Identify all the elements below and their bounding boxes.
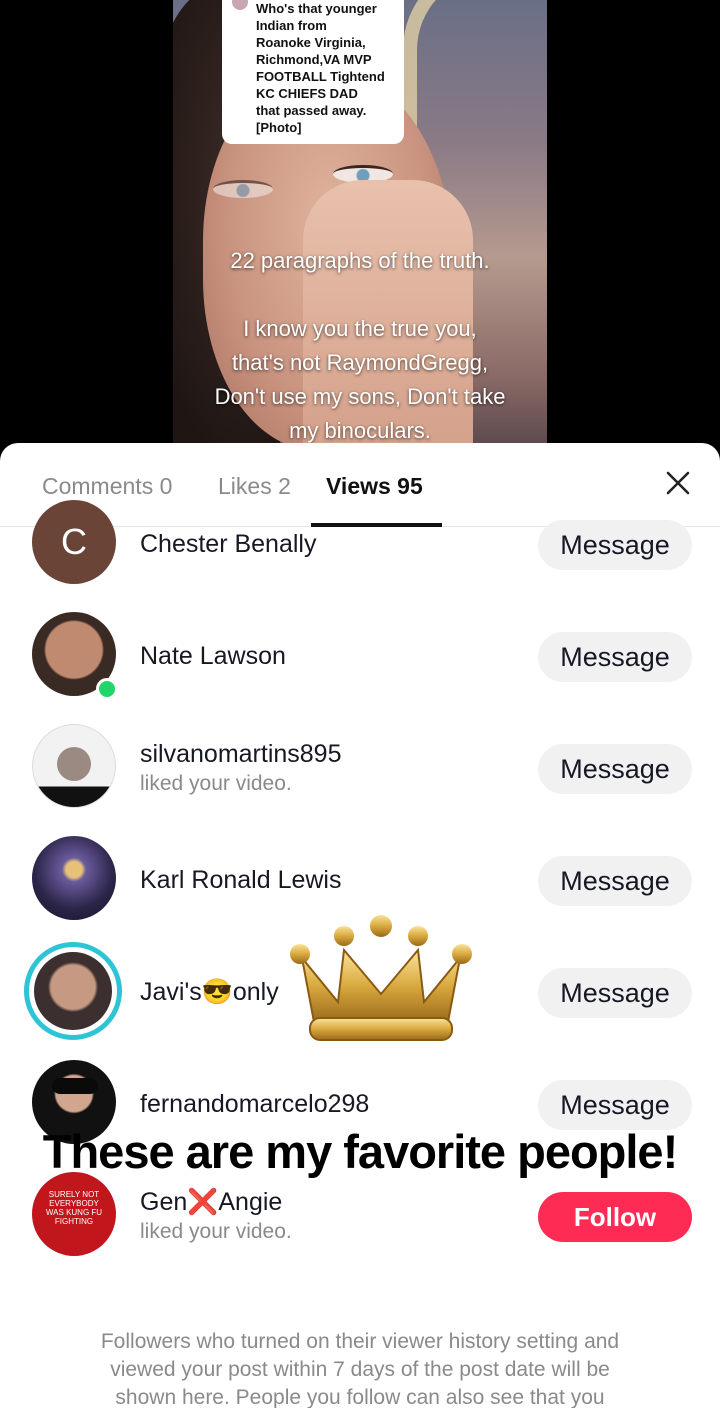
viewer-name: Chester Benally bbox=[140, 530, 317, 558]
viewer-subtitle: liked your video. bbox=[140, 1220, 292, 1243]
question-sticker[interactable]: Who's that younger Indian from Roanoke V… bbox=[222, 0, 404, 144]
video-player[interactable]: Who's that younger Indian from Roanoke V… bbox=[0, 0, 720, 470]
message-button[interactable]: Message bbox=[538, 968, 692, 1018]
message-button[interactable]: Message bbox=[538, 856, 692, 906]
avatar: SURELY NOT EVERYBODY WAS KUNG FU FIGHTIN… bbox=[32, 1172, 116, 1256]
viewer-row[interactable]: silvanomartins895 liked your video. Mess… bbox=[0, 724, 720, 836]
online-status-dot bbox=[96, 678, 118, 700]
viewer-row[interactable]: C Chester Benally Message bbox=[0, 500, 720, 612]
message-button[interactable]: Message bbox=[538, 1080, 692, 1130]
question-avatar bbox=[230, 0, 250, 12]
video-overlay-text: 22 paragraphs of the truth. I know you t… bbox=[214, 248, 506, 443]
viewer-subtitle: liked your video. bbox=[140, 772, 292, 795]
viewer-name: Gen❌Angie bbox=[140, 1188, 283, 1216]
viewer-name: Javi's😎only bbox=[140, 978, 279, 1006]
tab-views[interactable]: Views 95 bbox=[326, 473, 423, 500]
avatar-figure bbox=[57, 747, 91, 781]
avatar bbox=[34, 952, 112, 1030]
overlay-caption: These are my favorite people! bbox=[42, 1125, 678, 1178]
close-icon bbox=[666, 471, 690, 495]
viewer-name: Nate Lawson bbox=[140, 642, 286, 670]
viewer-name: Karl Ronald Lewis bbox=[140, 866, 342, 894]
viewer-name: fernandomarcelo298 bbox=[140, 1090, 370, 1118]
close-button[interactable] bbox=[658, 463, 698, 503]
message-button[interactable]: Message bbox=[538, 632, 692, 682]
avatar bbox=[32, 836, 116, 920]
message-button[interactable]: Message bbox=[538, 744, 692, 794]
viewer-row[interactable]: Nate Lawson Message bbox=[0, 612, 720, 724]
tab-likes[interactable]: Likes 2 bbox=[218, 473, 291, 500]
avatar bbox=[32, 724, 116, 808]
avatar: C bbox=[32, 500, 116, 584]
video-eye bbox=[213, 180, 273, 198]
message-button[interactable]: Message bbox=[538, 520, 692, 570]
crown-sticker bbox=[290, 915, 472, 1041]
avatar-letter: C bbox=[61, 521, 87, 562]
viewer-history-note: Followers who turned on their viewer his… bbox=[100, 1330, 620, 1408]
viewer-name: silvanomartins895 bbox=[140, 740, 342, 768]
question-text: Who's that younger Indian from Roanoke V… bbox=[256, 1, 385, 135]
follow-button[interactable]: Follow bbox=[538, 1192, 692, 1242]
avatar-story-ring bbox=[24, 942, 122, 1040]
viewer-row[interactable]: SURELY NOT EVERYBODY WAS KUNG FU FIGHTIN… bbox=[0, 1172, 720, 1284]
sunglasses bbox=[52, 1078, 98, 1094]
tab-comments[interactable]: Comments 0 bbox=[42, 473, 172, 500]
